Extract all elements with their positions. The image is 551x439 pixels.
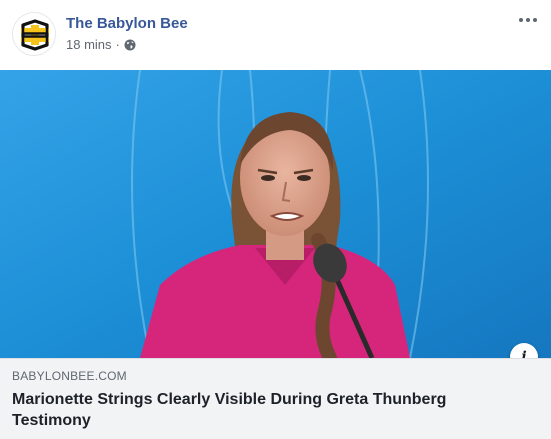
post-timestamp[interactable]: 18 mins bbox=[66, 37, 112, 52]
page-name-link[interactable]: The Babylon Bee bbox=[66, 15, 188, 32]
meta-separator: · bbox=[115, 37, 120, 52]
post-header: The Babylon Bee 18 mins · bbox=[0, 0, 551, 70]
page-avatar[interactable] bbox=[12, 12, 56, 56]
link-domain: BABYLONBEE.COM bbox=[12, 369, 127, 383]
more-options-icon[interactable] bbox=[515, 10, 541, 30]
link-preview-image[interactable] bbox=[0, 70, 551, 358]
post-meta: 18 mins · bbox=[66, 37, 136, 52]
link-headline[interactable]: Marionette Strings Clearly Visible Durin… bbox=[12, 389, 512, 431]
news-feed-post: The Babylon Bee 18 mins · i BABYLONBEE.C… bbox=[0, 0, 551, 439]
babylon-bee-logo-icon bbox=[13, 13, 55, 55]
globe-icon[interactable] bbox=[124, 39, 136, 51]
link-preview-caption[interactable]: BABYLONBEE.COM Marionette Strings Clearl… bbox=[0, 358, 551, 439]
